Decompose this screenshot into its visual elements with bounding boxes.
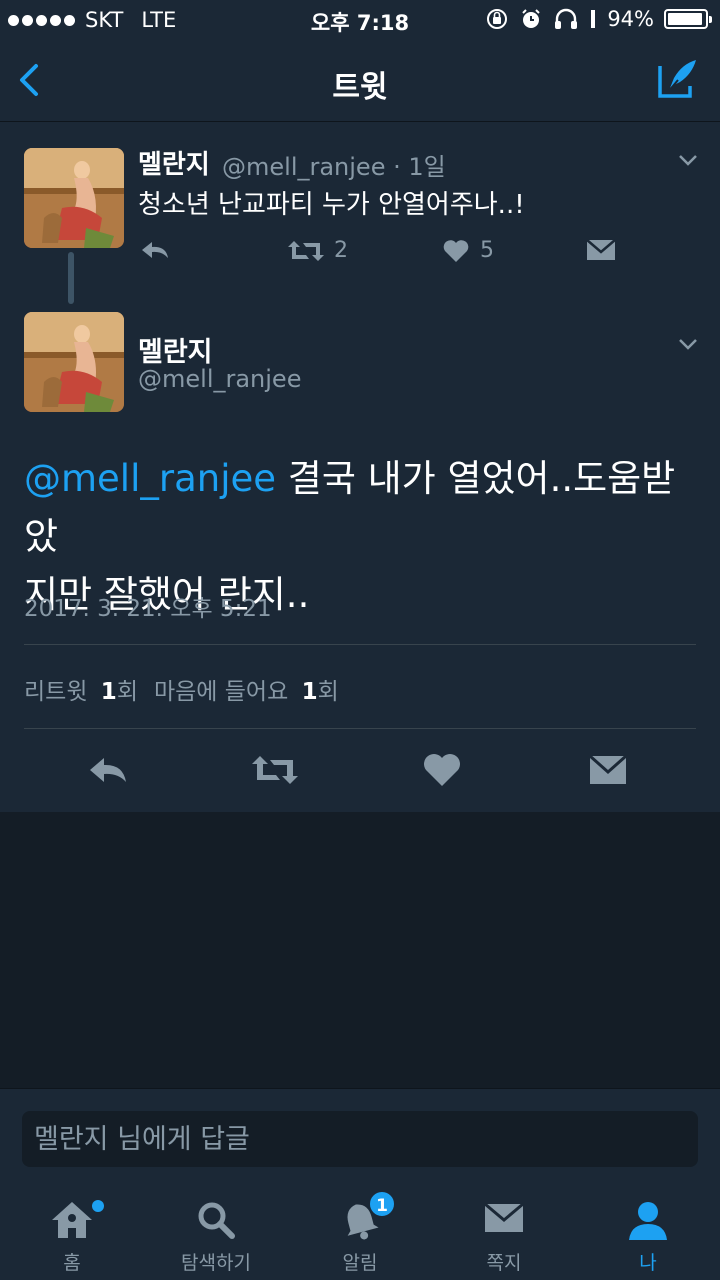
signal-bars-icon [591, 10, 596, 28]
tab-label: 알림 [342, 1252, 378, 1274]
rotation-lock-icon [487, 9, 508, 29]
retweet-icon[interactable] [252, 752, 298, 788]
like-stat-count: 1 [301, 679, 318, 705]
parent-tweet-author-name[interactable]: 멜란지 [138, 144, 210, 181]
battery-percent: 94% [607, 7, 654, 31]
tweet-stats: 리트윗 1회 마음에 들어요 1회 [24, 672, 339, 706]
page-title: 트윗 [332, 70, 388, 105]
reply-icon[interactable] [88, 752, 128, 788]
like-stat-label: 마음에 들어요 [153, 679, 289, 705]
tab-label: 홈 [63, 1252, 81, 1274]
chevron-down-icon[interactable] [676, 148, 700, 172]
status-bar: SKT LTE 오후 7:18 94% [0, 0, 720, 40]
retweet-stat-count: 1 [100, 679, 117, 705]
home-icon [52, 1202, 92, 1238]
headphones-icon [555, 8, 578, 29]
retweet-stat-label: 리트윗 [24, 679, 88, 705]
divider [24, 728, 696, 729]
profile-icon [629, 1202, 667, 1240]
tab-label: 쪽지 [486, 1252, 522, 1274]
retweet-icon [288, 240, 324, 261]
parent-tweet-text: 청소년 난교파티 누가 안열어주나..! [138, 190, 525, 220]
avatar-photo [24, 148, 124, 248]
tab-me[interactable]: 나 [576, 1180, 720, 1280]
avatar[interactable] [24, 148, 124, 248]
battery-fill [668, 13, 702, 25]
tweet-author-handle: @mell_ranjee [138, 365, 302, 393]
envelope-icon [484, 1202, 524, 1232]
like-stat[interactable]: 마음에 들어요 1회 [154, 672, 339, 706]
divider [24, 644, 696, 645]
mention-link[interactable]: @mell_ranjee [24, 457, 276, 500]
thread-connector-line [68, 252, 74, 304]
search-icon [198, 1202, 235, 1239]
avatar[interactable] [24, 312, 124, 412]
heart-icon[interactable] [422, 752, 462, 788]
home-notification-dot [92, 1200, 104, 1212]
chevron-down-icon[interactable] [676, 332, 700, 356]
retweet-count: 2 [334, 238, 348, 263]
envelope-icon [586, 239, 616, 260]
tab-label: 탐색하기 [181, 1252, 251, 1274]
tweet-detail: 멜란지 @mell_ranjee · 1일 청소년 난교파티 누가 안열어주나.… [0, 122, 720, 812]
avatar-photo [24, 312, 124, 412]
navigation-bar: 트윗 [0, 40, 720, 122]
like-count: 5 [480, 238, 494, 263]
reply-icon [142, 242, 168, 258]
tab-explore[interactable]: 탐색하기 [144, 1180, 288, 1280]
parent-tweet-handle-meta: @mell_ranjee · 1일 [222, 153, 446, 181]
tweet-author-name[interactable]: 멜란지 [138, 330, 213, 369]
tab-notifications[interactable]: 1 알림 [288, 1180, 432, 1280]
retweet-stat-unit: 회 [116, 679, 138, 705]
reply-button[interactable] [140, 238, 170, 262]
reply-bar [0, 1088, 720, 1180]
like-button[interactable]: 5 [442, 238, 494, 263]
bottom-tab-bar: 홈 탐색하기 1 알림 쪽지 나 [0, 1180, 720, 1280]
retweet-stat[interactable]: 리트윗 1회 [24, 672, 138, 706]
alarm-icon [522, 9, 541, 28]
reply-input[interactable] [22, 1111, 698, 1167]
status-right: 94% [485, 7, 712, 31]
tweet-timestamp: 2017. 3. 21. 오후 5:21 [24, 596, 272, 622]
like-stat-unit: 회 [317, 679, 339, 705]
direct-message-button[interactable] [586, 238, 616, 262]
heart-icon [443, 239, 469, 262]
battery-icon [664, 9, 712, 29]
tab-home[interactable]: 홈 [0, 1180, 144, 1280]
tab-label: 나 [639, 1252, 657, 1274]
tab-messages[interactable]: 쪽지 [432, 1180, 576, 1280]
compose-tweet-icon[interactable] [656, 56, 700, 100]
retweet-button[interactable]: 2 [288, 238, 348, 263]
notification-badge: 1 [368, 1190, 396, 1218]
envelope-icon[interactable] [588, 752, 628, 788]
